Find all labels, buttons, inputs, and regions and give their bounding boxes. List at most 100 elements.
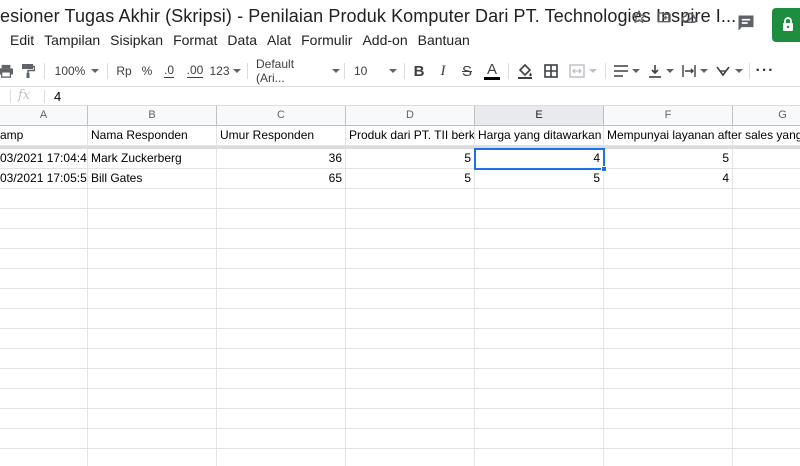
- cloud-status-icon[interactable]: [680, 7, 700, 27]
- empty-cell[interactable]: [217, 449, 346, 466]
- empty-cell[interactable]: [0, 369, 88, 389]
- empty-cell[interactable]: [88, 189, 217, 209]
- empty-cell[interactable]: [604, 409, 733, 429]
- header-cell-name[interactable]: Nama Responden: [88, 126, 217, 146]
- empty-cell[interactable]: [604, 269, 733, 289]
- font-select[interactable]: Default (Ari...: [256, 57, 340, 85]
- empty-cell[interactable]: [0, 409, 88, 429]
- menu-addons[interactable]: Add-on: [357, 30, 412, 50]
- empty-cell[interactable]: [88, 289, 217, 309]
- menu-edit[interactable]: Edit: [0, 30, 39, 50]
- increase-decimal-button[interactable]: .00: [184, 59, 206, 83]
- column-header-g[interactable]: G: [733, 106, 800, 126]
- text-wrapping-icon[interactable]: [680, 59, 710, 83]
- empty-cell[interactable]: [217, 389, 346, 409]
- empty-cell[interactable]: [0, 329, 88, 349]
- empty-cell[interactable]: [217, 369, 346, 389]
- empty-cell[interactable]: [475, 349, 604, 369]
- currency-format-button[interactable]: Rp: [114, 59, 134, 83]
- more-formats-select[interactable]: 123: [209, 59, 241, 83]
- empty-cell[interactable]: [733, 389, 800, 409]
- header-cell-after-sales[interactable]: Mempunyai layanan after sales yang s: [604, 126, 800, 146]
- vertical-align-icon[interactable]: [646, 59, 676, 83]
- empty-cell[interactable]: [346, 409, 475, 429]
- empty-cell[interactable]: [88, 209, 217, 229]
- empty-cell[interactable]: [604, 369, 733, 389]
- empty-cell[interactable]: [346, 209, 475, 229]
- decrease-decimal-button[interactable]: .0: [160, 59, 178, 83]
- empty-cell[interactable]: [475, 189, 604, 209]
- empty-cell[interactable]: [346, 229, 475, 249]
- empty-cell[interactable]: [0, 289, 88, 309]
- text-rotation-icon[interactable]: [714, 59, 744, 83]
- table-cell-name[interactable]: Bill Gates: [88, 169, 217, 189]
- table-cell-after-sales[interactable]: 5: [604, 149, 733, 169]
- empty-cell[interactable]: [346, 389, 475, 409]
- column-header-c[interactable]: C: [217, 106, 346, 126]
- header-cell-price[interactable]: Harga yang ditawarkan s: [475, 126, 604, 146]
- empty-cell[interactable]: [88, 389, 217, 409]
- empty-cell[interactable]: [604, 349, 733, 369]
- empty-cell[interactable]: [475, 229, 604, 249]
- empty-cell[interactable]: [0, 249, 88, 269]
- empty-cell[interactable]: [88, 449, 217, 466]
- star-icon[interactable]: [629, 7, 649, 27]
- empty-cell[interactable]: [0, 389, 88, 409]
- fill-color-icon[interactable]: [515, 59, 535, 83]
- empty-cell[interactable]: [733, 429, 800, 449]
- empty-cell[interactable]: [733, 349, 800, 369]
- empty-cell[interactable]: [475, 269, 604, 289]
- table-cell-timestamp[interactable]: 03/2021 17:05:53: [0, 169, 88, 189]
- empty-cell[interactable]: [217, 349, 346, 369]
- column-header-b[interactable]: B: [88, 106, 217, 126]
- menu-data[interactable]: Data: [222, 30, 262, 50]
- comment-history-icon[interactable]: [736, 13, 758, 33]
- empty-cell[interactable]: [733, 369, 800, 389]
- empty-cell[interactable]: [733, 289, 800, 309]
- empty-cell[interactable]: [88, 249, 217, 269]
- table-cell-name[interactable]: Mark Zuckerberg: [88, 149, 217, 169]
- empty-cell[interactable]: [88, 409, 217, 429]
- column-header-a[interactable]: A: [0, 106, 88, 126]
- empty-cell[interactable]: [733, 249, 800, 269]
- empty-cell[interactable]: [733, 449, 800, 466]
- empty-cell[interactable]: [475, 369, 604, 389]
- merge-cells-icon[interactable]: [567, 59, 599, 83]
- horizontal-align-icon[interactable]: [612, 59, 642, 83]
- empty-cell[interactable]: [346, 429, 475, 449]
- empty-cell[interactable]: [88, 369, 217, 389]
- empty-cell[interactable]: [0, 209, 88, 229]
- formula-input[interactable]: 4: [54, 89, 61, 104]
- empty-cell[interactable]: [217, 189, 346, 209]
- empty-cell[interactable]: [217, 209, 346, 229]
- italic-icon[interactable]: I: [434, 59, 452, 83]
- column-header-f[interactable]: F: [604, 106, 733, 126]
- empty-cell[interactable]: [217, 309, 346, 329]
- empty-cell[interactable]: [0, 349, 88, 369]
- empty-cell[interactable]: [217, 269, 346, 289]
- empty-cell[interactable]: [88, 269, 217, 289]
- empty-cell[interactable]: [475, 429, 604, 449]
- table-cell-age[interactable]: 36: [217, 149, 346, 169]
- empty-cell[interactable]: [88, 229, 217, 249]
- table-cell-price[interactable]: 5: [475, 169, 604, 189]
- column-header-e[interactable]: E: [475, 106, 604, 126]
- empty-cell[interactable]: [346, 289, 475, 309]
- print-icon[interactable]: [0, 59, 14, 83]
- empty-cell[interactable]: [475, 289, 604, 309]
- empty-cell[interactable]: [0, 429, 88, 449]
- empty-cell[interactable]: [346, 369, 475, 389]
- empty-cell[interactable]: [733, 269, 800, 289]
- empty-cell[interactable]: [346, 449, 475, 466]
- move-to-folder-icon[interactable]: [654, 7, 674, 27]
- empty-cell[interactable]: [604, 449, 733, 466]
- empty-cell[interactable]: [604, 249, 733, 269]
- header-cell-product[interactable]: Produk dari PT. TII berku: [346, 126, 475, 146]
- paint-format-icon[interactable]: [20, 59, 36, 83]
- font-size-select[interactable]: 10: [352, 59, 400, 83]
- table-cell-after-sales[interactable]: 4: [604, 169, 733, 189]
- empty-cell[interactable]: [475, 329, 604, 349]
- header-cell-age[interactable]: Umur Responden: [217, 126, 346, 146]
- empty-cell[interactable]: [217, 289, 346, 309]
- empty-cell[interactable]: [346, 349, 475, 369]
